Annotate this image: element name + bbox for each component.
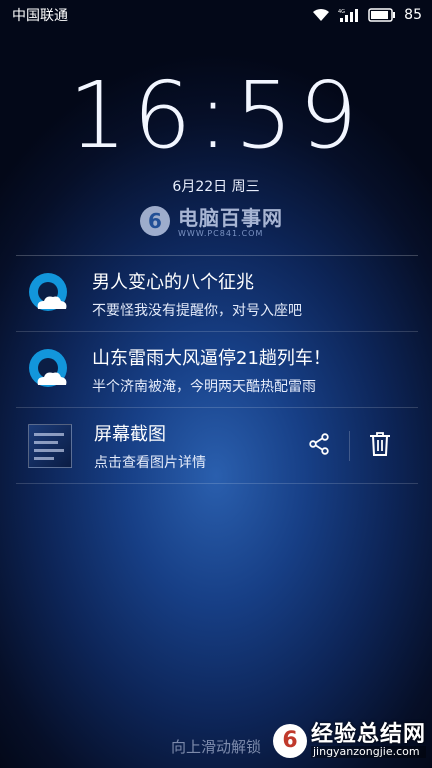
clock-minutes: 59 xyxy=(234,62,364,169)
watermark-title: 电脑百事网 xyxy=(178,206,283,230)
watermark-logo-icon: 6 xyxy=(138,204,172,242)
site-watermark: 6 电脑百事网 WWW.PC841.COM xyxy=(138,200,283,246)
notification-item[interactable]: 男人变心的八个征兆 不要怪我没有提醒你，对号入座吧 xyxy=(16,255,418,331)
share-button[interactable] xyxy=(289,408,349,484)
corner-watermark-title: 经验总结网 xyxy=(310,722,426,748)
carrier-label: 中国联通 xyxy=(12,8,68,24)
notification-text: 山东雷雨大风逼停21趟列车！ 半个济南被淹，今明两天酷热配雷雨 xyxy=(92,344,331,396)
delete-icon xyxy=(367,431,393,461)
clock-hours: 16 xyxy=(68,62,198,169)
notification-text: 男人变心的八个征兆 不要怪我没有提醒你，对号入座吧 xyxy=(92,268,302,320)
watermark-text: 电脑百事网 WWW.PC841.COM xyxy=(178,208,283,238)
corner-watermark-url: jingyanzongjie.com xyxy=(310,746,426,758)
notification-body: 半个济南被淹，今明两天酷热配雷雨 xyxy=(92,378,316,395)
corner-watermark-logo-icon: 6 xyxy=(272,723,307,758)
status-bar: 中国联通 4G 85 xyxy=(0,0,432,30)
clock-colon: : xyxy=(197,62,235,169)
notification-text: 屏幕截图 点击查看图片详情 xyxy=(94,420,206,472)
notification-body: 不要怪我没有提醒你，对号入座吧 xyxy=(92,302,302,319)
delete-button[interactable] xyxy=(350,408,410,484)
svg-text:6: 6 xyxy=(148,209,162,233)
battery-level: 85 xyxy=(404,7,422,23)
signal-icon: 4G xyxy=(338,8,360,22)
notification-title: 山东雷雨大风逼停21趟列车！ xyxy=(92,347,331,369)
notification-item-screenshot[interactable]: 屏幕截图 点击查看图片详情 xyxy=(16,407,418,484)
notification-actions xyxy=(289,408,410,484)
watermark-url: WWW.PC841.COM xyxy=(178,229,264,238)
qq-browser-icon xyxy=(24,345,74,395)
status-icons: 4G 85 xyxy=(312,7,422,23)
screenshot-thumbnail xyxy=(28,423,72,468)
lockscreen-clock: 16:59 xyxy=(0,62,432,169)
corner-watermark: 6 经验总结网 jingyanzongjie.com xyxy=(272,722,426,758)
qq-browser-icon xyxy=(24,269,74,319)
notification-title: 男人变心的八个征兆 xyxy=(92,271,254,293)
corner-watermark-text: 经验总结网 jingyanzongjie.com xyxy=(310,722,426,758)
notification-item[interactable]: 山东雷雨大风逼停21趟列车！ 半个济南被淹，今明两天酷热配雷雨 xyxy=(16,331,418,407)
notification-title: 屏幕截图 xyxy=(94,423,166,445)
share-icon xyxy=(306,431,332,461)
notification-list: 男人变心的八个征兆 不要怪我没有提醒你，对号入座吧 山东雷雨大风逼停21趟列车！… xyxy=(16,255,418,484)
battery-icon xyxy=(368,8,396,22)
notification-body: 点击查看图片详情 xyxy=(94,454,206,471)
wifi-icon xyxy=(312,8,330,22)
svg-text:4G: 4G xyxy=(338,9,345,15)
lockscreen-date: 6月22日 周三 xyxy=(172,179,260,195)
